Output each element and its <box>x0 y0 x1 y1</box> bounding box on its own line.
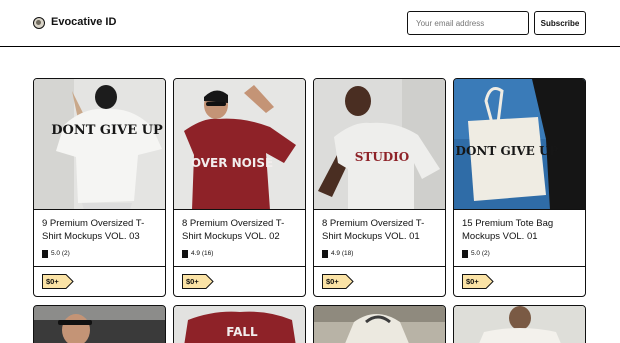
card-divider <box>34 266 165 267</box>
star-icon <box>42 249 48 258</box>
product-card[interactable] <box>33 305 166 343</box>
card-divider <box>314 266 445 267</box>
product-image[interactable] <box>314 306 445 343</box>
product-title[interactable]: 8 Premium Oversized T-Shirt Mockups VOL.… <box>322 218 440 243</box>
product-card[interactable]: STUDIO 8 Premium Oversized T-Shirt Mocku… <box>313 78 446 297</box>
price-tag[interactable]: $0+ <box>322 274 354 289</box>
brand-name[interactable]: Evocative ID <box>51 16 116 28</box>
product-image[interactable]: OVER NOISE <box>174 79 305 210</box>
tote-print: DONT GIVE UP <box>456 144 559 158</box>
product-image[interactable]: DONT GIVE UP <box>34 79 165 210</box>
price-tag[interactable]: $0+ <box>462 274 494 289</box>
product-card[interactable]: OVER NOISE 8 Premium Oversized T-Shirt M… <box>173 78 306 297</box>
email-input[interactable] <box>407 11 529 35</box>
brand-logo-icon[interactable] <box>33 17 45 29</box>
star-icon <box>182 249 188 258</box>
product-card[interactable]: DONT GIVE UP 15 Premium Tote Bag Mockups… <box>453 78 586 297</box>
star-icon <box>462 249 468 258</box>
product-rating: 5.0 (2) <box>462 249 490 258</box>
product-card[interactable] <box>453 305 586 343</box>
price-tag[interactable]: $0+ <box>182 274 214 289</box>
shirt-print: STUDIO <box>355 150 410 164</box>
product-title[interactable]: 8 Premium Oversized T-Shirt Mockups VOL.… <box>182 218 300 243</box>
card-divider <box>174 266 305 267</box>
shirt-print: DONT GIVE UP <box>51 123 163 138</box>
star-icon <box>322 249 328 258</box>
product-rating: 4.9 (18) <box>322 249 353 258</box>
product-image[interactable]: DONT GIVE UP <box>454 79 585 210</box>
product-title[interactable]: 15 Premium Tote Bag Mockups VOL. 01 <box>462 218 580 243</box>
subscribe-button[interactable]: Subscribe <box>534 11 586 35</box>
shirt-print: FALL <box>226 325 258 339</box>
site-header: Evocative ID Subscribe <box>0 0 620 47</box>
product-card[interactable]: FALL <box>173 305 306 343</box>
product-rating: 5.0 (2) <box>42 249 70 258</box>
price-tag[interactable]: $0+ <box>42 274 74 289</box>
product-rating: 4.9 (16) <box>182 249 213 258</box>
shirt-print: OVER NOISE <box>191 156 273 170</box>
product-card[interactable] <box>313 305 446 343</box>
card-divider <box>454 266 585 267</box>
product-image[interactable] <box>34 306 165 343</box>
product-card[interactable]: DONT GIVE UP 9 Premium Oversized T-Shirt… <box>33 78 166 297</box>
product-title[interactable]: 9 Premium Oversized T-Shirt Mockups VOL.… <box>42 218 160 243</box>
product-image[interactable]: FALL <box>174 306 305 343</box>
product-image[interactable]: STUDIO <box>314 79 445 210</box>
product-image[interactable] <box>454 306 585 343</box>
